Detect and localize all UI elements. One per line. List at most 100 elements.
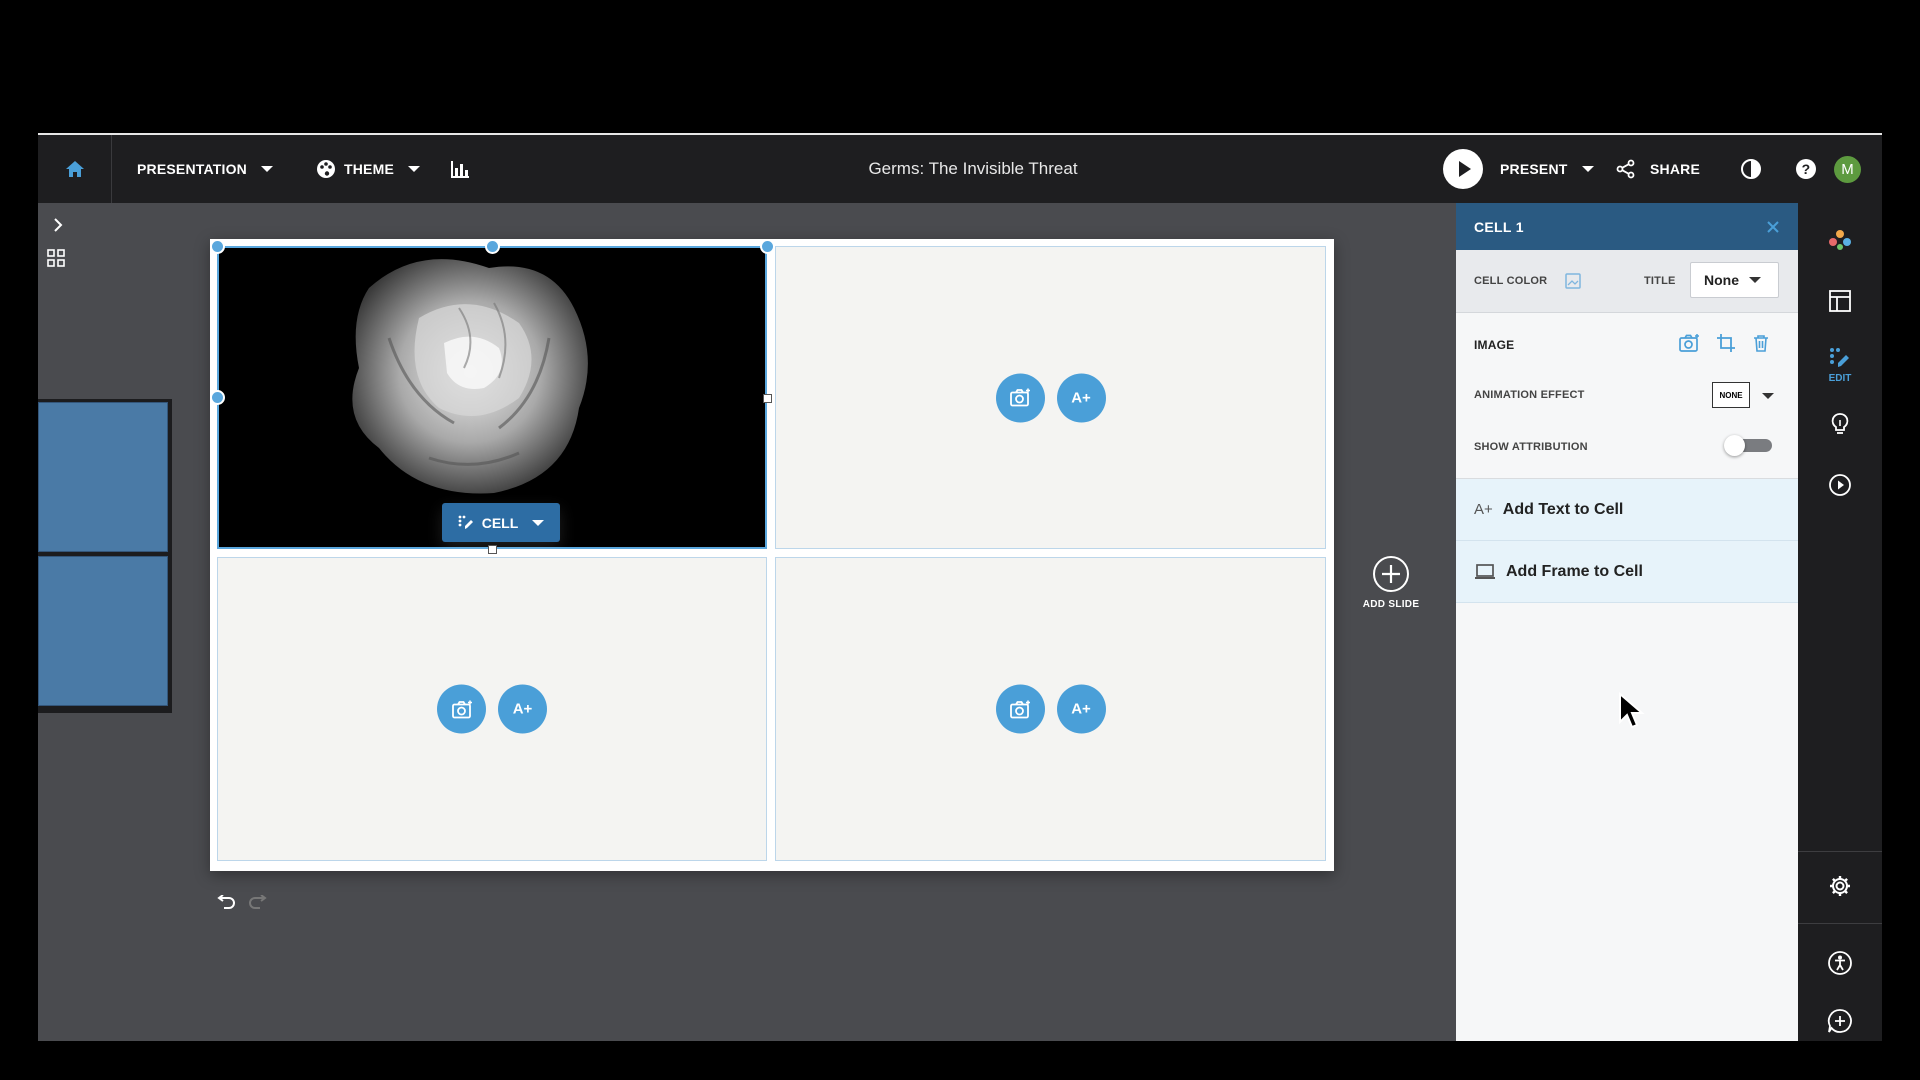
cell-menu-button[interactable]: CELL [442, 503, 560, 542]
chevron-down-icon [1749, 277, 1761, 283]
slide-cell-2[interactable]: A+ [775, 246, 1326, 549]
theme-menu-label: THEME [344, 161, 394, 177]
share-button[interactable]: SHARE [1616, 135, 1700, 203]
chart-button[interactable] [450, 135, 470, 203]
close-icon[interactable] [1766, 220, 1780, 234]
layout-button[interactable] [1825, 286, 1855, 316]
add-text-button[interactable]: A+ [1056, 373, 1106, 422]
close-handle[interactable] [760, 239, 775, 254]
bar-chart-icon [451, 161, 469, 178]
feedback-button[interactable] [1825, 1006, 1855, 1036]
undo-icon [217, 895, 235, 909]
title-select-value: None [1704, 272, 1739, 288]
trash-icon[interactable] [1753, 334, 1769, 352]
grid-view-button[interactable] [47, 249, 67, 269]
title-label: TITLE [1644, 275, 1676, 287]
undo-button[interactable] [216, 895, 236, 909]
edit-cell-icon [1830, 347, 1849, 367]
tools-rail: EDIT [1798, 203, 1882, 1041]
resize-handle-left[interactable] [210, 390, 225, 405]
crop-icon[interactable] [1716, 333, 1736, 353]
present-label: PRESENT [1500, 161, 1568, 177]
image-label: IMAGE [1474, 338, 1515, 352]
redo-icon [249, 895, 267, 909]
presentation-menu[interactable]: PRESENTATION [137, 135, 273, 203]
share-icon [1616, 159, 1635, 179]
slide-thumbnail[interactable] [38, 399, 172, 713]
accessibility-button[interactable] [1825, 948, 1855, 978]
add-image-button[interactable] [437, 684, 486, 734]
thumbnail-cell [38, 556, 168, 706]
chevron-down-icon[interactable] [1762, 393, 1774, 399]
laptop-frame-icon [1475, 563, 1495, 579]
animation-effect-label: ANIMATION EFFECT [1474, 389, 1585, 401]
cell-menu-label: CELL [481, 514, 519, 531]
chat-plus-icon [1827, 1009, 1852, 1033]
animation-button[interactable] [1825, 470, 1855, 500]
move-handle[interactable] [210, 239, 225, 254]
color-picker-icon[interactable] [1564, 272, 1582, 290]
animation-effect-select[interactable]: NONE [1712, 382, 1750, 408]
user-avatar[interactable]: M [1834, 156, 1861, 183]
chevron-down-icon [1581, 166, 1594, 172]
slide-cell-1[interactable]: CELL [217, 246, 767, 549]
mouse-cursor [1618, 692, 1646, 732]
contrast-icon [1741, 159, 1761, 179]
plus-circle-icon [1373, 556, 1409, 592]
presentation-menu-label: PRESENTATION [137, 161, 247, 177]
add-frame-to-cell-label: Add Frame to Cell [1506, 562, 1643, 580]
palette-icon [317, 160, 335, 178]
settings-button[interactable] [1825, 871, 1855, 901]
edit-label: EDIT [1828, 372, 1852, 384]
play-circle-icon [1829, 474, 1851, 496]
thumbnail-cell [38, 402, 168, 552]
present-button[interactable]: PRESENT [1442, 135, 1594, 203]
image-settings-block: IMAGE ANIMATION EFFECT NONE SHOW ATTRIBU… [1456, 313, 1798, 479]
layout-icon [1829, 290, 1851, 312]
document-title[interactable]: Germs: The Invisible Threat [588, 135, 1358, 203]
show-attribution-toggle[interactable] [1724, 435, 1772, 456]
toggle-knob [1724, 435, 1745, 456]
add-frame-to-cell-button[interactable]: Add Frame to Cell [1456, 541, 1798, 603]
title-select[interactable]: None [1690, 262, 1779, 298]
svg-text:?: ? [1802, 161, 1811, 177]
ideas-button[interactable] [1825, 409, 1855, 439]
resize-handle-top[interactable] [485, 239, 500, 254]
slide-cell-4[interactable]: A+ [775, 557, 1326, 861]
cell-color-label: CELL COLOR [1474, 275, 1548, 287]
redo-button[interactable] [248, 895, 268, 909]
theme-menu[interactable]: THEME [316, 135, 420, 203]
add-photo-icon [451, 700, 472, 718]
cursor-icon [1619, 692, 1645, 729]
slide-canvas: CELL A+ A+ A+ [210, 239, 1334, 871]
contrast-button[interactable] [1740, 135, 1762, 203]
edit-button[interactable]: EDIT [1825, 341, 1855, 389]
cell-properties-panel: CELL 1 CELL COLOR TITLE None IMAGE ANIMA… [1456, 203, 1798, 1041]
lightbulb-icon [1831, 413, 1849, 434]
add-slide-button[interactable]: ADD SLIDE [1358, 555, 1424, 610]
add-image-button[interactable] [995, 684, 1045, 734]
add-text-button[interactable]: A+ [1056, 684, 1106, 734]
grid-icon [47, 249, 65, 267]
text-plus-icon: A+ [1474, 501, 1493, 518]
show-attribution-label: SHOW ATTRIBUTION [1474, 441, 1588, 453]
help-icon: ? [1796, 159, 1816, 179]
chevron-down-icon [408, 166, 420, 172]
rail-divider [1798, 851, 1882, 852]
resize-handle-right[interactable] [763, 394, 772, 403]
color-dots-icon [1829, 230, 1851, 250]
add-text-to-cell-button[interactable]: A+ Add Text to Cell [1456, 479, 1798, 541]
slide-cell-3[interactable]: A+ [217, 557, 767, 861]
gear-icon [1830, 876, 1850, 896]
replace-image-icon[interactable] [1678, 333, 1700, 353]
expand-sidebar-button[interactable] [48, 215, 68, 235]
add-slide-label: ADD SLIDE [1362, 599, 1420, 610]
top-bar: PRESENTATION THEME Germs: The Invisible … [38, 135, 1882, 203]
colors-button[interactable] [1825, 225, 1855, 255]
share-label: SHARE [1650, 161, 1701, 177]
add-image-button[interactable] [995, 373, 1045, 422]
help-button[interactable]: ? [1795, 135, 1817, 203]
add-text-button[interactable]: A+ [498, 684, 547, 734]
resize-handle-bottom[interactable] [488, 545, 497, 554]
home-button[interactable] [38, 135, 112, 203]
